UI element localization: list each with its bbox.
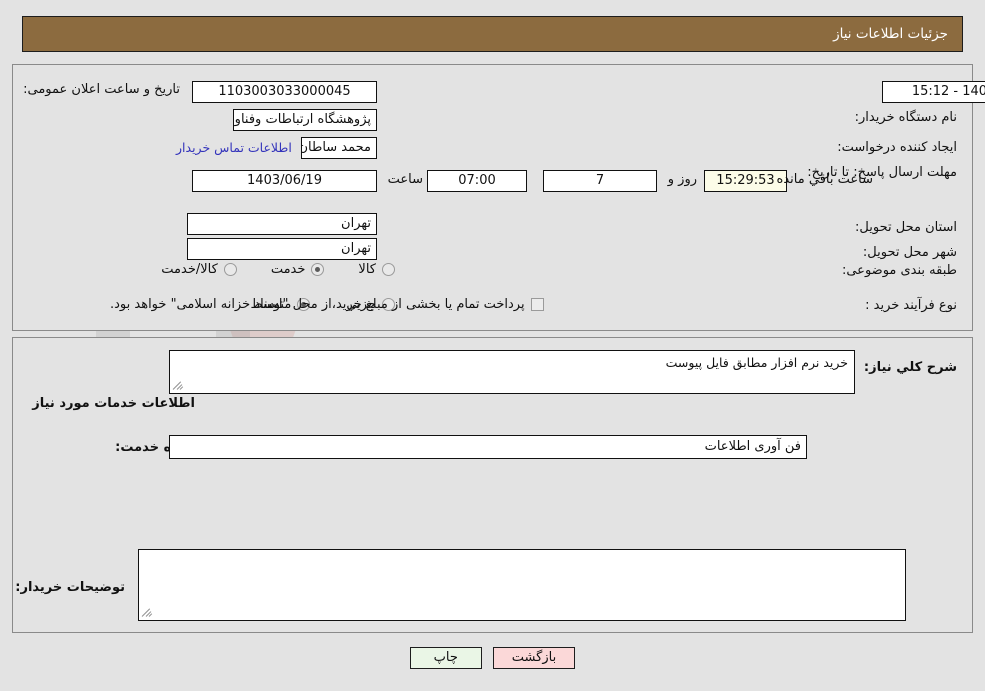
subject-classification-label: طبقه بندی موضوعی: <box>841 263 957 278</box>
treasury-docs-checkbox-icon[interactable] <box>530 298 544 311</box>
radio-kala-icon[interactable] <box>382 263 395 276</box>
resize-grip-icon-2[interactable] <box>141 607 153 618</box>
radio-kala-khedmat-label: کالا/خدمت <box>161 262 218 277</box>
announce-datetime-row: تاریخ و ساعت اعلان عمومی: <box>23 82 180 97</box>
buyer-org-field[interactable]: پژوهشگاه ارتباطات وفناوری اطلاعات مرکز ت… <box>233 109 377 131</box>
treasury-docs-checkbox-option[interactable]: پرداخت تمام یا بخشی از مبلغ خرید،از محل … <box>110 297 544 312</box>
general-description-textarea[interactable]: خرید نرم افزار مطابق فایل پیوست <box>169 350 855 394</box>
buyer-org-label: نام دستگاه خریدار: <box>854 110 957 125</box>
purchase-process-row: نوع فرآیند خرید : <box>865 298 957 313</box>
need-number-field[interactable]: 1103003033000045 <box>192 81 377 103</box>
buyer-org-row: نام دستگاه خریدار: <box>855 110 957 125</box>
deadline-hour-label: ساعت <box>387 172 423 187</box>
page-title: جزئیات اطلاعات نیاز <box>833 26 948 42</box>
creator-row: ایجاد کننده درخواست: <box>837 140 957 155</box>
delivery-city-row: شهر محل تحویل: <box>863 245 957 260</box>
back-button[interactable]: بازگشت <box>492 647 576 669</box>
print-button[interactable]: چاپ <box>409 647 482 669</box>
deadline-countdown-field: 15:29:53 <box>704 170 787 192</box>
subject-classification-options: کالا خدمت کالا/خدمت <box>161 262 395 277</box>
announce-datetime-field[interactable]: 1403/06/11 - 15:12 <box>882 81 985 103</box>
delivery-province-label: استان محل تحویل: <box>855 220 957 235</box>
deadline-days-field[interactable]: 7 <box>543 170 657 192</box>
purchase-process-label: نوع فرآیند خرید : <box>865 298 957 313</box>
action-button-bar: بازگشت چاپ <box>0 647 985 669</box>
delivery-city-label: شهر محل تحویل: <box>862 245 957 260</box>
deadline-countdown-label: ساعت باقي مانده <box>776 172 873 187</box>
radio-option-khedmat[interactable]: خدمت <box>271 262 325 277</box>
deadline-date-field[interactable]: 1403/06/19 <box>192 170 377 192</box>
delivery-city-field[interactable]: تهران <box>187 238 377 260</box>
creator-field[interactable]: محمد ساطان پور ورنوسفادرانی کارمند پژوهش… <box>301 137 377 159</box>
service-group-field[interactable]: فن آوری اطلاعات <box>169 435 807 459</box>
radio-khedmat-label: خدمت <box>270 262 306 277</box>
deadline-hour-field[interactable]: 07:00 <box>427 170 527 192</box>
buyer-notes-textarea[interactable] <box>138 549 906 621</box>
deadline-days-label: روز و <box>667 172 697 187</box>
delivery-province-field[interactable]: تهران <box>187 213 377 235</box>
radio-kala-khedmat-icon[interactable] <box>223 263 237 276</box>
buyer-contact-link[interactable]: اطلاعات تماس خریدار <box>176 140 292 155</box>
general-description-value: خرید نرم افزار مطابق فایل پیوست <box>665 355 848 370</box>
radio-option-kala-khedmat[interactable]: کالا/خدمت <box>161 262 237 277</box>
need-info-panel <box>12 64 973 331</box>
announce-datetime-label: تاریخ و ساعت اعلان عمومی: <box>23 82 180 97</box>
delivery-province-row: استان محل تحویل: <box>855 220 957 235</box>
resize-grip-icon[interactable] <box>172 380 184 391</box>
treasury-docs-checkbox-label: پرداخت تمام یا بخشی از مبلغ خرید،از محل … <box>110 297 525 312</box>
creator-label: ایجاد کننده درخواست: <box>837 140 957 155</box>
page-header-bar: جزئیات اطلاعات نیاز <box>22 16 963 52</box>
general-description-label: شرح کلي نیاز: <box>863 360 957 375</box>
buyer-notes-label: توضیحات خریدار: <box>15 580 125 595</box>
services-heading: اطلاعات خدمات مورد نیاز <box>32 396 195 411</box>
radio-khedmat-icon[interactable] <box>311 263 325 276</box>
subject-classification-row: طبقه بندی موضوعی: <box>842 263 957 278</box>
radio-kala-label: کالا <box>358 262 376 277</box>
radio-option-kala[interactable]: کالا <box>358 262 395 277</box>
